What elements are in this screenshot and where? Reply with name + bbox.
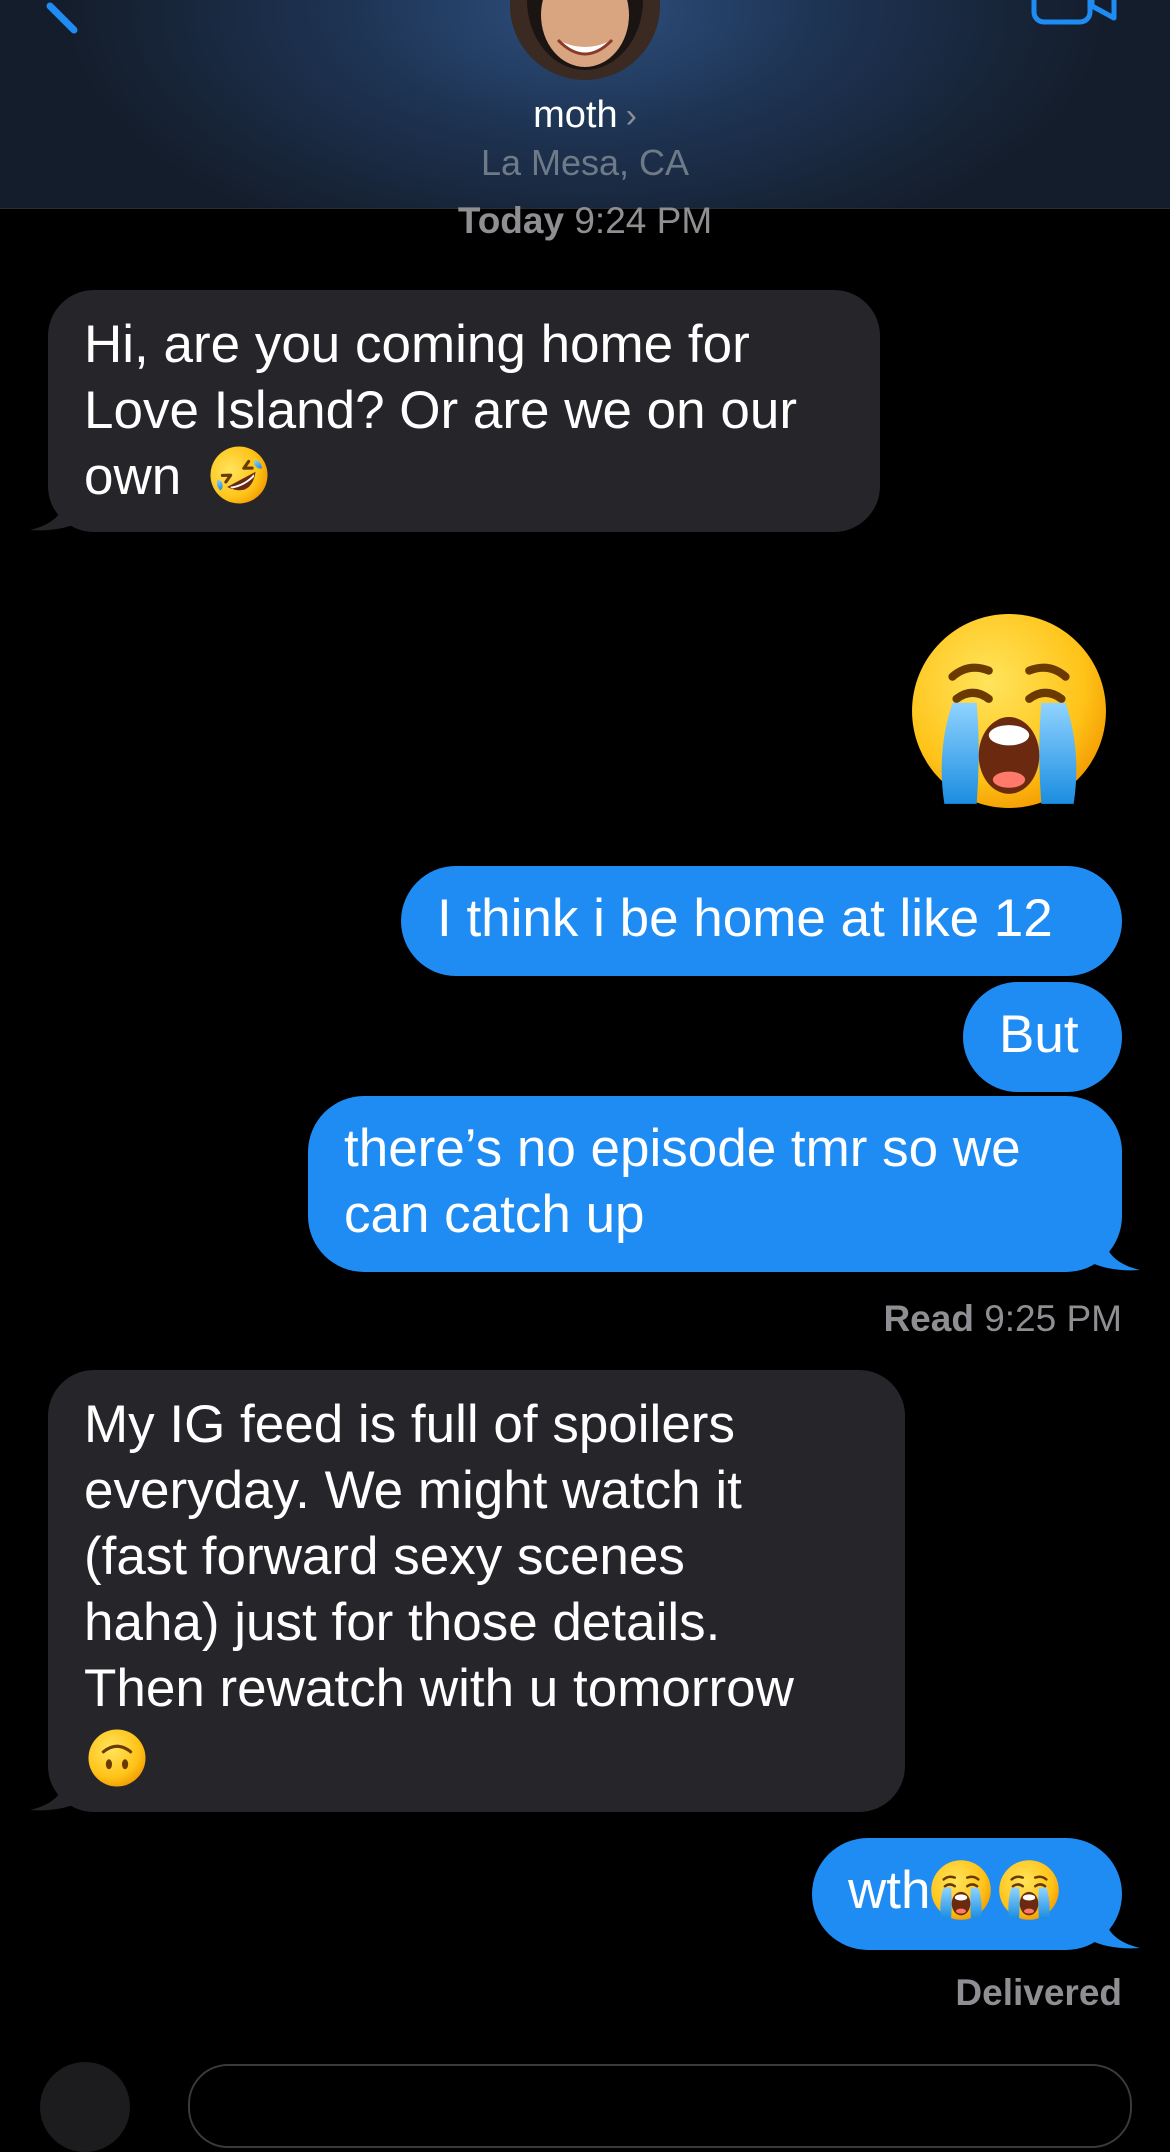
message-line: Love Island? Or are we on our	[84, 381, 797, 440]
message-line	[84, 1722, 869, 1789]
timestamp-day: Today	[457, 200, 565, 241]
outgoing-message-bubble[interactable]: But	[963, 982, 1122, 1092]
conversation-header: moth › La Mesa, CA	[0, 0, 1170, 209]
message-line: Hi, are you coming home for	[84, 315, 750, 374]
outgoing-message-bubble[interactable]: there’s no episode tmr so we can catch u…	[308, 1096, 1122, 1272]
upside-down-face-emoji	[86, 1727, 148, 1789]
conversation-timestamp: Today 9:24 PM	[0, 200, 1170, 242]
read-time: 9:25 PM	[984, 1298, 1122, 1339]
chevron-right-icon: ›	[625, 97, 637, 135]
message-line: everyday. We might watch it	[84, 1461, 742, 1520]
contact-location: La Mesa, CA	[480, 142, 690, 183]
back-chevron-icon[interactable]	[40, 0, 100, 40]
timestamp-time: 9:24 PM	[574, 200, 713, 241]
outgoing-message-bubble[interactable]: I think i be home at like 12	[401, 866, 1122, 976]
message-text: wth	[848, 1861, 931, 1920]
loudly-crying-face-emoji[interactable]	[908, 610, 1110, 812]
message-line: haha) just for those details.	[84, 1593, 721, 1652]
read-label: Read	[883, 1298, 974, 1339]
incoming-message-bubble[interactable]: My IG feed is full of spoilers everyday.…	[48, 1370, 905, 1812]
message-line: own	[84, 444, 844, 510]
loudly-crying-face-emoji	[930, 1859, 992, 1921]
message-line: there’s no episode tmr so we	[344, 1119, 1021, 1178]
video-camera-icon[interactable]	[1030, 0, 1120, 28]
incoming-message-bubble[interactable]: Hi, are you coming home for Love Island?…	[48, 290, 880, 532]
message-line: (fast forward sexy scenes	[84, 1527, 685, 1586]
message-line: Then rewatch with u tomorrow	[84, 1659, 794, 1718]
read-receipt: Read 9:25 PM	[883, 1298, 1122, 1340]
message-input[interactable]	[188, 2064, 1132, 2148]
apps-button[interactable]	[40, 2062, 130, 2152]
contact-name: moth	[533, 94, 618, 136]
message-line: My IG feed is full of spoilers	[84, 1395, 735, 1454]
contact-name-button[interactable]: moth ›	[0, 94, 1170, 137]
rolling-on-floor-laughing-emoji	[208, 444, 270, 506]
outgoing-message-bubble[interactable]: wth	[812, 1838, 1122, 1950]
loudly-crying-face-emoji	[998, 1859, 1060, 1921]
contact-avatar[interactable]	[510, 0, 660, 80]
message-line: can catch up	[344, 1185, 645, 1244]
message-text: I think i be home at like 12	[437, 889, 1053, 948]
message-text: But	[999, 1005, 1079, 1064]
delivered-status: Delivered	[955, 1972, 1122, 2013]
